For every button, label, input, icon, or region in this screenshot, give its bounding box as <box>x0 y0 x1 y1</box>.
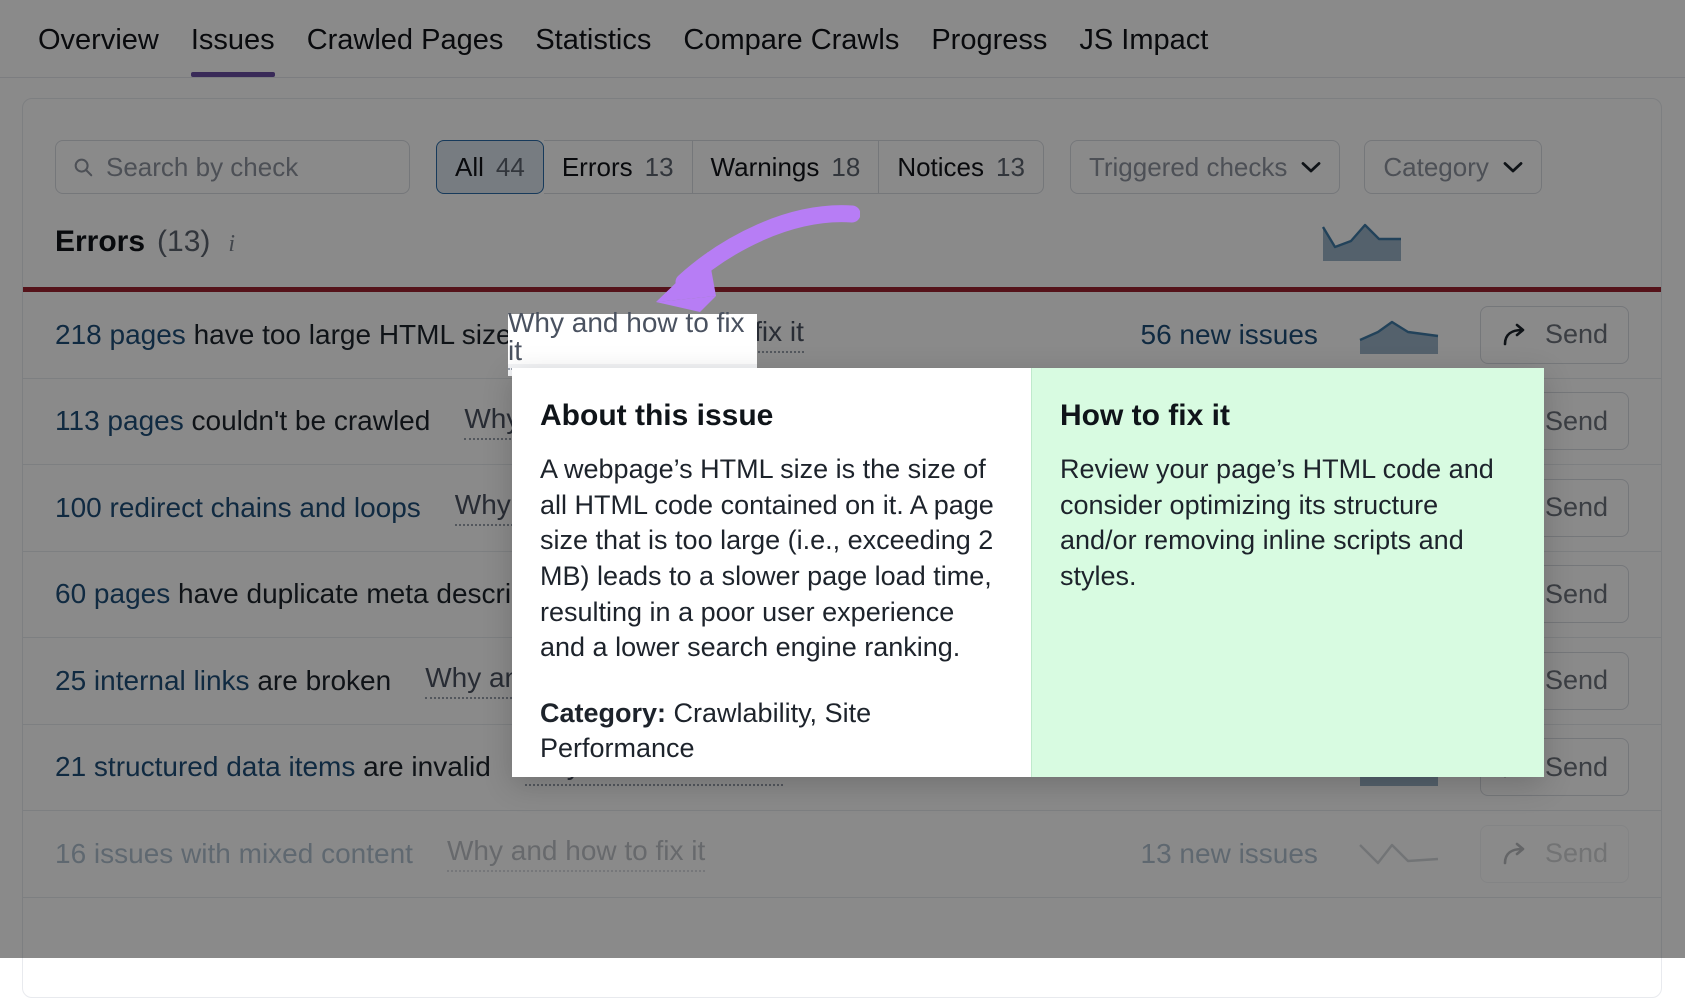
category-dropdown[interactable]: Category <box>1364 140 1542 194</box>
why-and-how-trigger-label: Why and how to fix it <box>508 309 757 370</box>
filter-tab-count: 13 <box>996 152 1025 183</box>
nav-label: Overview <box>38 24 159 56</box>
send-button-label: Send <box>1545 492 1608 523</box>
send-button[interactable]: Send <box>1480 825 1629 883</box>
filter-tab-warnings[interactable]: Warnings 18 <box>693 140 880 194</box>
chevron-down-icon <box>1301 161 1321 174</box>
issue-count[interactable]: 113 pages <box>55 405 184 436</box>
nav-item-statistics[interactable]: Statistics <box>519 26 667 77</box>
how-to-fix-body: Review your page’s HTML code and conside… <box>1060 452 1516 595</box>
status-filter-group: All 44 Errors 13 Warnings 18 Notices 13 <box>436 140 1044 194</box>
issue-count[interactable]: 218 pages <box>55 319 186 350</box>
how-to-fix-panel: How to fix it Review your page’s HTML co… <box>1031 368 1544 777</box>
filter-tab-all[interactable]: All 44 <box>436 140 544 194</box>
send-button[interactable]: Send <box>1480 306 1629 364</box>
filter-tab-label: Errors <box>562 152 633 183</box>
category-label: Category <box>1383 152 1489 183</box>
section-header: Errors (13) i <box>55 225 235 259</box>
nav-item-compare-crawls[interactable]: Compare Crawls <box>667 26 915 77</box>
send-button-label: Send <box>1545 406 1608 437</box>
issue-help-popup: About this issue A webpage’s HTML size i… <box>512 368 1544 777</box>
issue-title: 60 pages have duplicate meta description… <box>55 578 586 610</box>
filter-tab-label: All <box>455 152 484 183</box>
info-icon[interactable]: i <box>228 231 235 258</box>
table-row[interactable]: 16 issues with mixed content Why and how… <box>23 811 1661 898</box>
nav-label: Compare Crawls <box>683 24 899 56</box>
filter-tab-errors[interactable]: Errors 13 <box>544 140 693 194</box>
primary-nav: Overview Issues Crawled Pages Statistics… <box>0 0 1685 78</box>
issue-rest: are invalid <box>355 751 490 782</box>
issue-rest: are broken <box>250 665 392 696</box>
filter-bar: Search by check All 44 Errors 13 Warning… <box>55 139 1631 195</box>
nav-item-crawled-pages[interactable]: Crawled Pages <box>291 26 520 77</box>
new-issues-count[interactable]: 56 new issues <box>1141 319 1318 351</box>
search-input[interactable]: Search by check <box>55 140 410 194</box>
nav-label: Issues <box>191 24 275 56</box>
send-button-label: Send <box>1545 838 1608 869</box>
why-and-how-trigger[interactable]: Why and how to fix it <box>508 314 757 364</box>
issue-count[interactable]: 16 issues with mixed content <box>55 838 413 869</box>
send-button-label: Send <box>1545 665 1608 696</box>
section-sparkline <box>1321 217 1403 263</box>
nav-item-progress[interactable]: Progress <box>915 26 1063 77</box>
issue-title: 218 pages have too large HTML size <box>55 319 512 351</box>
triggered-checks-dropdown[interactable]: Triggered checks <box>1070 140 1340 194</box>
issue-count[interactable]: 100 redirect chains and loops <box>55 492 421 523</box>
search-icon <box>72 156 94 178</box>
triggered-checks-label: Triggered checks <box>1089 152 1287 183</box>
about-title: About this issue <box>540 398 1001 434</box>
why-and-how-link[interactable]: Why and how to fix it <box>447 835 705 872</box>
filter-tab-count: 18 <box>831 152 860 183</box>
issue-rest: couldn't be crawled <box>184 405 431 436</box>
nav-label: Statistics <box>535 24 651 56</box>
nav-item-js-impact[interactable]: JS Impact <box>1063 26 1224 77</box>
nav-item-overview[interactable]: Overview <box>22 26 175 77</box>
share-arrow-icon <box>1501 842 1531 866</box>
filter-tab-notices[interactable]: Notices 13 <box>879 140 1044 194</box>
row-actions: 56 new issues Send <box>1141 306 1630 364</box>
filter-tab-count: 44 <box>496 152 525 183</box>
section-title: Errors <box>55 225 145 259</box>
chevron-down-icon <box>1503 161 1523 174</box>
category-line-label: Category: <box>540 698 666 728</box>
search-placeholder: Search by check <box>106 154 298 180</box>
issue-count[interactable]: 25 internal links <box>55 665 250 696</box>
filter-tab-count: 13 <box>645 152 674 183</box>
about-body: A webpage’s HTML size is the size of all… <box>540 452 1001 666</box>
issue-rest: have too large HTML size <box>186 319 512 350</box>
nav-label: Crawled Pages <box>307 24 504 56</box>
issue-title: 113 pages couldn't be crawled <box>55 405 430 437</box>
send-button-label: Send <box>1545 319 1608 350</box>
share-arrow-icon <box>1501 323 1531 347</box>
nav-label: JS Impact <box>1079 24 1208 56</box>
nav-item-issues[interactable]: Issues <box>175 26 291 77</box>
filter-tab-label: Notices <box>897 152 984 183</box>
issue-count[interactable]: 21 structured data items <box>55 751 355 782</box>
issue-count[interactable]: 60 pages <box>55 578 170 609</box>
category-line: Category: Crawlability, Site Performance <box>540 696 1001 767</box>
row-actions: 13 new issues Send <box>1141 825 1630 883</box>
issue-title: 25 internal links are broken <box>55 665 391 697</box>
nav-label: Progress <box>931 24 1047 56</box>
new-issues-count[interactable]: 13 new issues <box>1141 838 1318 870</box>
nav-item-list: Overview Issues Crawled Pages Statistics… <box>0 0 1685 77</box>
filter-tab-label: Warnings <box>711 152 820 183</box>
how-to-fix-title: How to fix it <box>1060 398 1516 434</box>
row-sparkline <box>1358 314 1440 356</box>
issue-title: 16 issues with mixed content <box>55 838 413 870</box>
send-button-label: Send <box>1545 752 1608 783</box>
table-row[interactable]: 218 pages have too large HTML size Why a… <box>23 292 1661 379</box>
send-button-label: Send <box>1545 579 1608 610</box>
issue-title: 21 structured data items are invalid <box>55 751 491 783</box>
section-count: (13) <box>157 225 210 259</box>
issue-title: 100 redirect chains and loops <box>55 492 421 524</box>
row-sparkline <box>1358 833 1440 875</box>
about-this-issue-panel: About this issue A webpage’s HTML size i… <box>512 368 1031 777</box>
